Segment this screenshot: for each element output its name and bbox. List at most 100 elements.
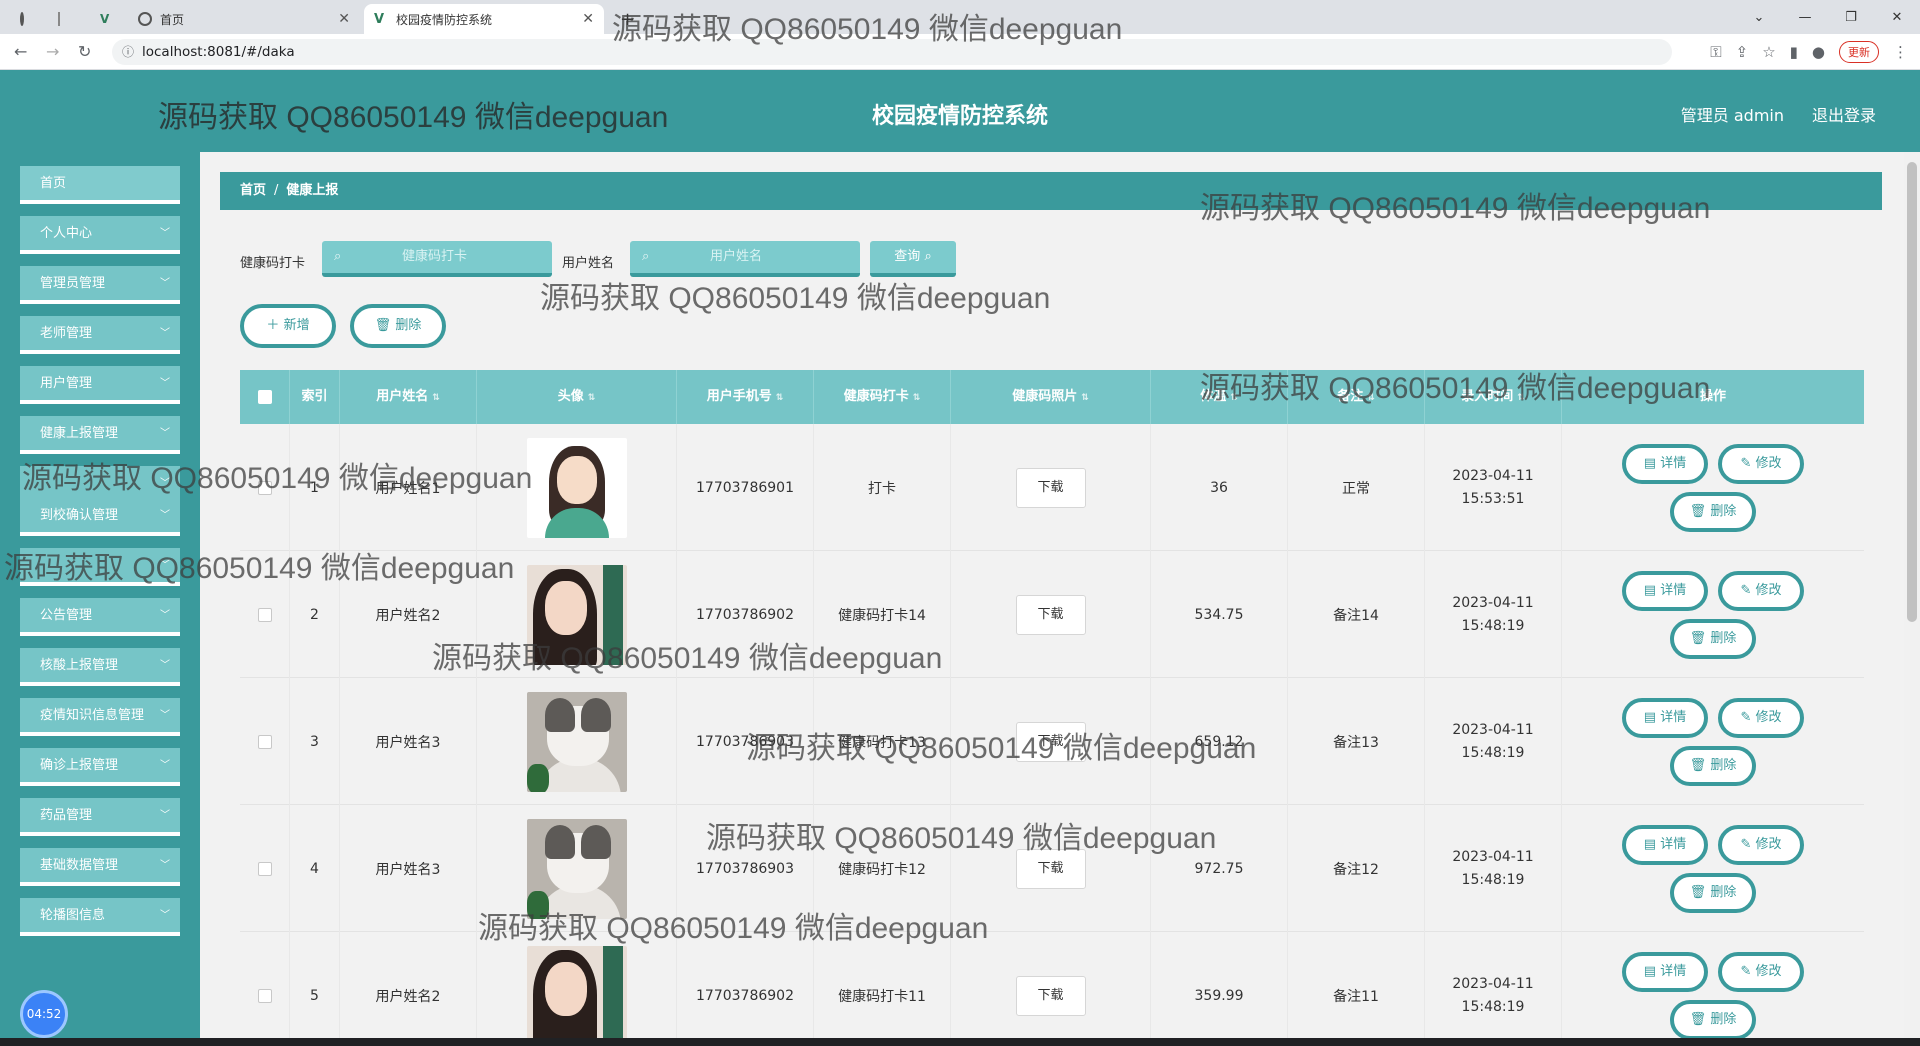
sidebar-item-carousel[interactable]: 轮播图信息 ﹀ [20, 898, 180, 936]
sort-icon: ⇅ [775, 393, 784, 403]
scrollbar-thumb[interactable] [1907, 162, 1917, 622]
table-row: 3 用户姓名3 17703786903 健康码打卡13 下载 659.12 备注… [240, 678, 1864, 805]
delete-button[interactable]: 🗑 删除 [1670, 999, 1756, 1040]
detail-button[interactable]: ▤ 详情 [1622, 697, 1708, 738]
delete-button[interactable]: 🗑 删除 [1670, 618, 1756, 659]
cell-avatar [477, 678, 677, 805]
forward-icon[interactable]: → [46, 42, 59, 61]
row-checkbox[interactable] [240, 932, 290, 1046]
maximize-icon[interactable]: ❐ [1828, 10, 1874, 25]
edit-button[interactable]: ✎ 修改 [1718, 951, 1804, 992]
star-icon[interactable]: ☆ [1762, 43, 1775, 61]
vue-tab-icon[interactable]: V [90, 4, 120, 34]
row-checkbox[interactable] [240, 805, 290, 932]
download-button[interactable]: 下载 [1015, 848, 1086, 889]
vertical-scrollbar[interactable] [1904, 152, 1920, 1046]
sidepanel-icon[interactable]: ▮ [1790, 43, 1798, 61]
sidebar-item-teacher[interactable]: 老师管理 ﹀ [20, 316, 180, 354]
browser-history-icon[interactable] [10, 4, 30, 34]
close-tab-icon[interactable]: ✕ [338, 11, 350, 27]
reload-icon[interactable]: ↻ [78, 42, 91, 61]
sidebar-item-basic-data[interactable]: 基础数据管理 ﹀ [20, 848, 180, 886]
col-checkin[interactable]: 健康码打卡 ⇅ [814, 370, 951, 424]
row-checkbox[interactable] [240, 424, 290, 551]
select-all-checkbox[interactable] [240, 370, 290, 424]
download-button[interactable]: 下载 [1015, 721, 1086, 762]
close-window-icon[interactable]: ✕ [1874, 10, 1920, 25]
close-tab-icon[interactable]: ✕ [582, 11, 594, 27]
cell-temp: 972.75 [1151, 805, 1288, 932]
blank-tab-icon[interactable] [48, 4, 78, 34]
breadcrumb-home[interactable]: 首页 [240, 183, 266, 198]
sidebar-item-diagnosis[interactable]: 确诊上报管理 ﹀ [20, 748, 180, 786]
delete-button[interactable]: 🗑 删除 [1670, 872, 1756, 913]
sidebar-item-nucleic[interactable]: 核酸上报管理 ﹀ [20, 648, 180, 686]
edit-button[interactable]: ✎ 修改 [1718, 824, 1804, 865]
chevron-down-icon: ﹀ [160, 228, 170, 239]
breadcrumb-current: 健康上报 [286, 183, 339, 198]
query-button[interactable]: 查询 ⌕ [870, 241, 956, 277]
col-temp[interactable]: 体温 ⇅ [1151, 370, 1288, 424]
share-icon[interactable]: ⇪ [1736, 43, 1749, 61]
bottom-edge [0, 1038, 1920, 1046]
delete-button[interactable]: 🗑 删除 [1670, 491, 1756, 532]
col-avatar[interactable]: 头像 ⇅ [477, 370, 677, 424]
sidebar-item-users[interactable]: 用户管理 ﹀ [20, 366, 180, 404]
col-phone[interactable]: 用户手机号 ⇅ [677, 370, 814, 424]
tab-search-icon[interactable]: ⌄ [1736, 10, 1782, 25]
detail-button[interactable]: ▤ 详情 [1622, 443, 1708, 484]
download-button[interactable]: 下载 [1015, 594, 1086, 635]
menu-icon[interactable]: ⋮ [1893, 43, 1908, 61]
edit-button[interactable]: ✎ 修改 [1718, 570, 1804, 611]
update-button[interactable]: 更新 [1839, 41, 1879, 63]
cell-ops: ▤ 详情 ✎ 修改 🗑 删除 [1562, 424, 1864, 551]
sidebar-item-notice[interactable]: 公告管理 ﹀ [20, 598, 180, 636]
sidebar-item-knowledge[interactable]: 疫情知识信息管理 ﹀ [20, 698, 180, 736]
edit-button[interactable]: ✎ 修改 [1718, 443, 1804, 484]
detail-button[interactable]: ▤ 详情 [1622, 951, 1708, 992]
profile-icon[interactable]: ● [1812, 43, 1825, 61]
batch-delete-button[interactable]: 🗑 删除 [350, 304, 446, 348]
chevron-down-icon: ﹀ [160, 510, 170, 521]
col-index: 索引 [290, 370, 340, 424]
sidebar-item-health[interactable]: 健康上报管理 ﹀ [20, 416, 180, 454]
sidebar-item-medicine[interactable]: 药品管理 ﹀ [20, 798, 180, 836]
pencil-icon: ✎ [1740, 836, 1752, 852]
sidebar-item-obscured-2[interactable]: ﹀ [20, 548, 180, 586]
cell-checkin: 打卡 [814, 424, 951, 551]
logout-link[interactable]: 退出登录 [1812, 102, 1876, 126]
back-icon[interactable]: ← [14, 42, 27, 61]
row-checkbox[interactable] [240, 678, 290, 805]
app-header: 校园疫情防控系统 管理员 admin 退出登录 [0, 70, 1920, 152]
detail-button[interactable]: ▤ 详情 [1622, 824, 1708, 865]
delete-button[interactable]: 🗑 删除 [1670, 745, 1756, 786]
download-button[interactable]: 下载 [1015, 975, 1086, 1016]
detail-button[interactable]: ▤ 详情 [1622, 570, 1708, 611]
checkin-search-input[interactable]: ⌕ 健康码打卡 [322, 241, 552, 277]
sidebar-item-school-confirm[interactable]: 到校确认管理 ﹀ [20, 498, 180, 536]
browser-tools: ⚿ ⇪ ☆ ▮ ● 更新 ⋮ [1710, 41, 1908, 63]
sidebar-item-personal[interactable]: 个人中心 ﹀ [20, 216, 180, 254]
tab-active[interactable]: V 校园疫情防控系统 ✕ [364, 4, 604, 34]
sidebar-item-home[interactable]: 首页 [20, 166, 180, 204]
download-button[interactable]: 下载 [1015, 467, 1086, 508]
minimize-icon[interactable]: — [1782, 10, 1828, 25]
row-checkbox[interactable] [240, 551, 290, 678]
edit-button[interactable]: ✎ 修改 [1718, 697, 1804, 738]
cell-photo: 下载 [951, 678, 1151, 805]
table-row: 5 用户姓名2 17703786902 健康码打卡11 下载 359.99 备注… [240, 932, 1864, 1046]
new-tab-button[interactable]: + [610, 4, 635, 34]
col-time[interactable]: 录入时间 ⇅ [1425, 370, 1562, 424]
sidebar-item-admin[interactable]: 管理员管理 ﹀ [20, 266, 180, 304]
add-button[interactable]: ＋ 新增 [240, 304, 336, 348]
col-name[interactable]: 用户姓名 ⇅ [340, 370, 477, 424]
url-field[interactable]: ⓘ localhost:8081/#/daka [112, 39, 1672, 65]
col-photo[interactable]: 健康码照片 ⇅ [951, 370, 1151, 424]
cell-time: 2023-04-11 15:48:19 [1425, 805, 1562, 932]
tab-home[interactable]: 首页 ✕ [128, 4, 360, 34]
col-note[interactable]: 备注 ⇅ [1288, 370, 1425, 424]
doc-icon: ▤ [1643, 709, 1657, 725]
key-icon[interactable]: ⚿ [1710, 43, 1721, 61]
username-search-input[interactable]: ⌕ 用户姓名 [630, 241, 860, 277]
cell-temp: 359.99 [1151, 932, 1288, 1046]
